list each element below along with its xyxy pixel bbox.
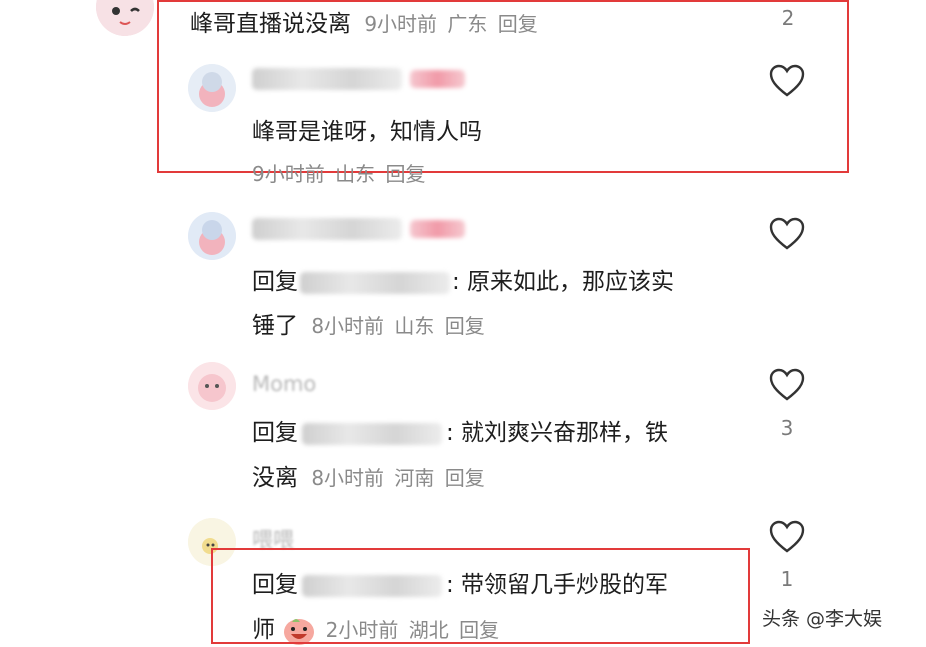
username-redacted	[252, 218, 402, 240]
heart-outline-icon[interactable]	[769, 64, 805, 98]
username-redacted	[410, 220, 465, 238]
comment-text: 没离	[252, 465, 298, 491]
reply-prefix: 回复	[252, 420, 298, 446]
avatar[interactable]	[96, 0, 154, 36]
heart-outline-icon[interactable]	[769, 368, 805, 402]
heart-outline-icon[interactable]	[769, 217, 805, 251]
mentioned-user-redacted	[300, 271, 450, 294]
comment-location: 河南	[394, 466, 435, 490]
comment-meta: 9小时前 山东 回复	[252, 158, 429, 187]
comment-text: 锤了	[252, 313, 298, 339]
username-redacted	[252, 68, 402, 90]
highlight-box	[211, 548, 750, 644]
reply-link[interactable]: 回复	[445, 314, 485, 338]
avatar[interactable]	[188, 212, 236, 260]
comment-location: 山东	[394, 314, 435, 338]
like-count: 3	[780, 416, 794, 440]
comment-text: 峰哥是谁呀，知情人吗	[252, 119, 482, 145]
avatar-icon	[188, 362, 236, 410]
comment-body-line2: 没离 8小时前 河南 回复	[252, 458, 489, 492]
comment-text: : 原来如此，那应该实	[452, 269, 675, 295]
mentioned-user-redacted	[302, 422, 442, 445]
like-count: 1	[780, 567, 794, 591]
username[interactable]: Momo	[252, 372, 316, 396]
comment-body: 回复 : 就刘爽兴奋那样，铁	[252, 413, 668, 447]
avatar-icon	[188, 64, 236, 112]
avatar[interactable]	[188, 64, 236, 112]
comment-time: 9小时前	[252, 162, 325, 186]
avatar-icon	[188, 212, 236, 260]
watermark: 头条 @李大娱	[762, 608, 883, 630]
comment-body: 回复 : 原来如此，那应该实	[252, 262, 674, 296]
avatar-face-icon	[96, 0, 154, 36]
comment-time: 8小时前	[311, 466, 385, 490]
reply-link[interactable]: 回复	[385, 162, 425, 186]
comment-body-line2: 锤了 8小时前 山东 回复	[252, 306, 489, 340]
avatar[interactable]	[188, 362, 236, 410]
comment-time: 8小时前	[311, 314, 385, 338]
comment-text: : 就刘爽兴奋那样，铁	[446, 420, 669, 446]
heart-outline-icon[interactable]	[769, 520, 805, 554]
reply-link[interactable]: 回复	[445, 466, 485, 490]
username-redacted	[410, 70, 465, 88]
comment-location: 山东	[335, 162, 376, 186]
reply-prefix: 回复	[252, 269, 298, 295]
